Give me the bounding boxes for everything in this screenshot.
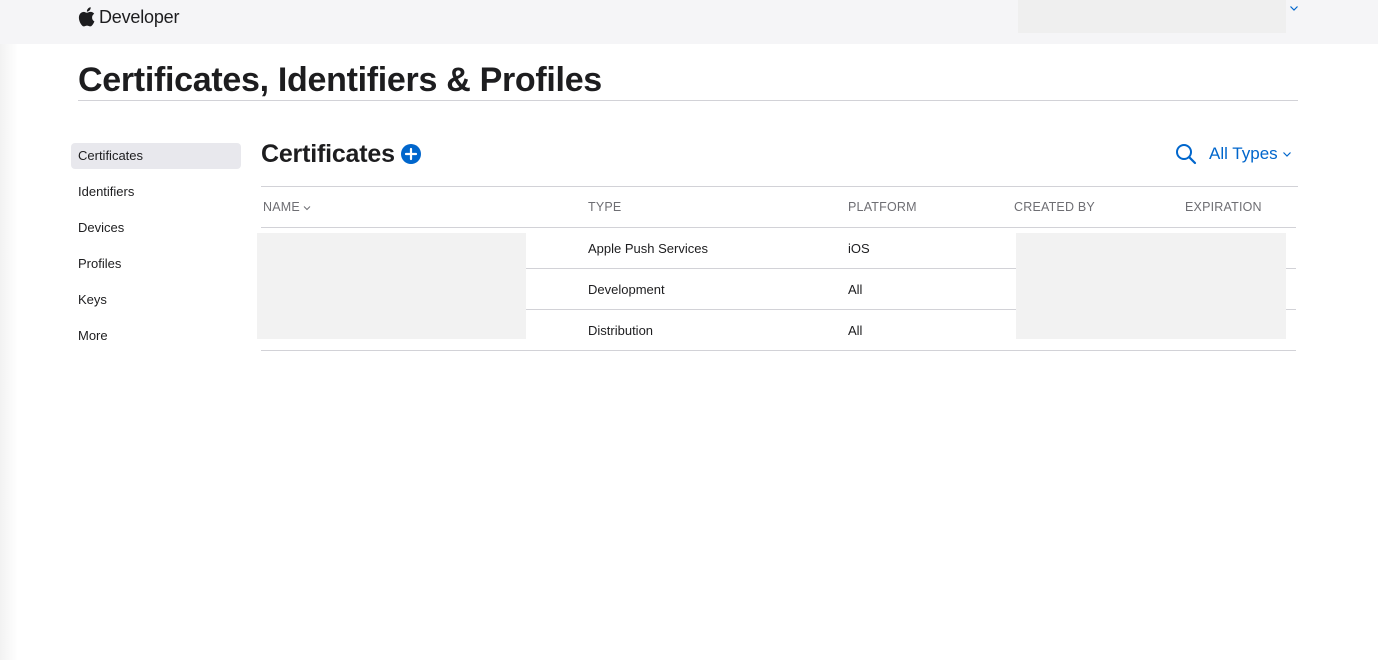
chevron-down-icon	[1282, 152, 1291, 157]
column-header-platform[interactable]: PLATFORM	[848, 200, 917, 214]
column-header-type[interactable]: TYPE	[588, 200, 621, 214]
column-label: NAME	[263, 200, 300, 214]
brand-name: Developer	[99, 6, 180, 27]
chevron-down-icon[interactable]	[1288, 2, 1300, 14]
cell-platform: iOS	[848, 241, 870, 256]
type-filter-dropdown[interactable]: All Types	[1209, 143, 1292, 165]
redacted-name-column	[257, 233, 526, 339]
sidebar-item-devices[interactable]: Devices	[71, 215, 241, 241]
page-edge-shadow	[0, 44, 18, 660]
redacted-created-by-column	[1016, 233, 1286, 339]
sort-chevron-icon	[303, 205, 311, 210]
column-header-expiration[interactable]: EXPIRATION	[1185, 200, 1262, 214]
plus-circle-icon[interactable]	[400, 144, 421, 164]
cell-type: Development	[588, 282, 665, 297]
global-header: Developer	[0, 0, 1378, 44]
sidebar-nav: Certificates Identifiers Devices Profile…	[71, 143, 241, 359]
sidebar-item-certificates[interactable]: Certificates	[71, 143, 241, 169]
developer-home-link[interactable]: Developer	[78, 5, 179, 29]
cell-type: Distribution	[588, 323, 654, 338]
section-title: Certificates	[261, 139, 395, 168]
sidebar-item-keys[interactable]: Keys	[71, 287, 241, 313]
sidebar-item-more[interactable]: More	[71, 323, 241, 349]
search-icon[interactable]	[1174, 142, 1198, 166]
type-filter-label: All Types	[1209, 144, 1278, 163]
column-header-name[interactable]: NAME	[263, 200, 311, 214]
cell-platform: All	[848, 282, 863, 297]
cell-platform: All	[848, 323, 863, 338]
table-header-row: NAME TYPE PLATFORM CREATED BY EXPIRATION	[261, 187, 1296, 228]
apple-logo-icon	[78, 7, 95, 27]
title-divider	[78, 100, 1298, 101]
account-menu[interactable]	[1018, 0, 1286, 33]
section-header: Certificates	[261, 138, 421, 170]
sidebar-item-identifiers[interactable]: Identifiers	[71, 179, 241, 205]
page-title: Certificates, Identifiers & Profiles	[78, 61, 602, 99]
cell-type: Apple Push Services	[588, 241, 708, 256]
sidebar-item-profiles[interactable]: Profiles	[71, 251, 241, 277]
column-header-created-by[interactable]: CREATED BY	[1014, 200, 1095, 214]
